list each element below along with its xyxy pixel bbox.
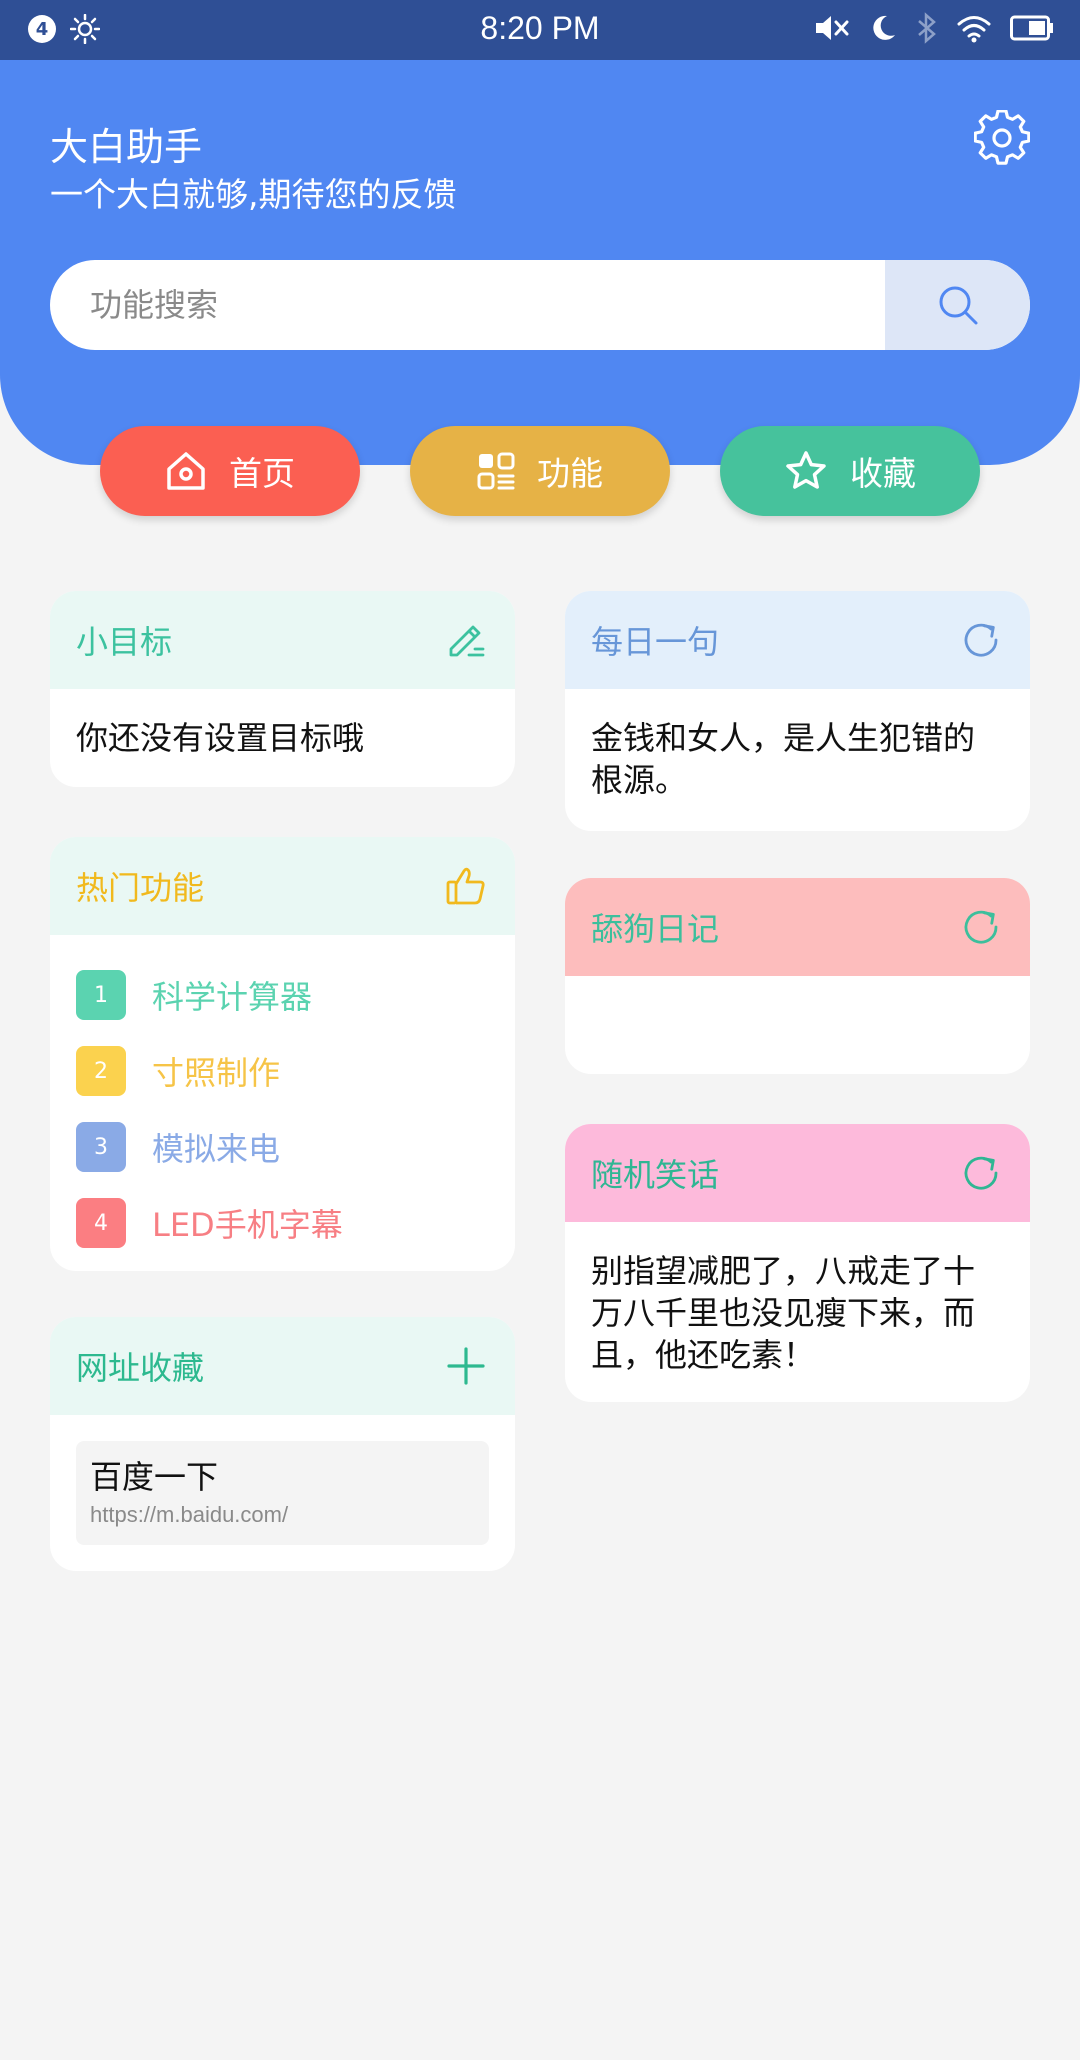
app-subtitle: 一个大白就够,期待您的反馈 — [50, 175, 457, 214]
goal-card-body: 你还没有设置目标哦 — [76, 719, 365, 757]
star-icon — [786, 451, 826, 489]
url-favorites-header: 网址收藏 — [50, 1317, 515, 1415]
refresh-icon[interactable] — [960, 1152, 1002, 1194]
edit-icon[interactable] — [445, 619, 487, 661]
hot-item-label: LED手机字幕 — [152, 1206, 343, 1244]
goal-card-header: 小目标 — [50, 591, 515, 689]
header: 大白助手 一个大白就够,期待您的反馈 — [0, 60, 1080, 465]
hot-item-label: 模拟来电 — [152, 1130, 281, 1168]
battery-icon — [1010, 15, 1053, 41]
hot-item-fake-call[interactable]: 3 模拟来电 — [76, 1109, 489, 1185]
search-icon — [939, 286, 977, 325]
rank-badge: 3 — [76, 1122, 126, 1172]
url-favorite-url: https://m.baidu.com/ — [90, 1502, 289, 1527]
moon-icon — [873, 15, 895, 40]
diary-title: 舔狗日记 — [591, 910, 720, 948]
random-joke-text: 别指望减肥了，八戒走了十万八千里也没见瘦下来，而且，他还吃素！ — [591, 1252, 976, 1374]
hot-item-label: 科学计算器 — [152, 978, 313, 1016]
hot-item-led-subtitle[interactable]: 4 LED手机字幕 — [76, 1185, 489, 1261]
daily-quote-text: 金钱和女人，是人生犯错的根源。 — [591, 719, 976, 799]
refresh-icon[interactable] — [960, 619, 1002, 661]
status-bar: 4 8:20 PM — [0, 0, 1080, 60]
settings-button[interactable] — [973, 109, 1031, 166]
random-joke-header: 随机笑话 — [565, 1124, 1030, 1222]
bluetooth-icon — [918, 12, 936, 44]
diary-text — [565, 976, 1030, 1016]
add-icon[interactable] — [445, 1345, 487, 1387]
grid-icon — [477, 452, 515, 490]
gear-icon — [973, 109, 1031, 165]
hot-item-calculator[interactable]: 1 科学计算器 — [76, 957, 489, 1033]
url-favorite-title: 百度一下 — [90, 1458, 219, 1496]
diary-header: 舔狗日记 — [565, 878, 1030, 976]
refresh-icon[interactable] — [960, 906, 1002, 948]
goal-card: 小目标 你还没有设置目标哦 — [50, 591, 515, 787]
rank-badge: 1 — [76, 970, 126, 1020]
tab-favorites-label: 收藏 — [850, 454, 916, 493]
search-bar — [50, 260, 1030, 350]
url-favorites-title: 网址收藏 — [76, 1349, 205, 1387]
home-icon — [167, 452, 205, 490]
tab-favorites[interactable]: 收藏 — [720, 426, 980, 516]
diary-card: 舔狗日记 — [565, 878, 1030, 1074]
tab-functions-label: 功能 — [537, 454, 603, 493]
rank-badge: 4 — [76, 1198, 126, 1248]
tab-functions[interactable]: 功能 — [410, 426, 670, 516]
hot-functions-list: 1 科学计算器 2 寸照制作 3 模拟来电 4 LED手机字幕 — [50, 935, 515, 1271]
tab-home[interactable]: 首页 — [100, 426, 360, 516]
random-joke-card: 随机笑话 别指望减肥了，八戒走了十万八千里也没见瘦下来，而且，他还吃素！ — [565, 1124, 1030, 1402]
search-input[interactable] — [90, 260, 870, 350]
search-button[interactable] — [885, 260, 1030, 350]
wifi-icon — [957, 16, 991, 43]
hot-functions-title: 热门功能 — [76, 869, 205, 907]
daily-quote-header: 每日一句 — [565, 591, 1030, 689]
app-title: 大白助手 — [50, 125, 203, 169]
rank-badge: 2 — [76, 1046, 126, 1096]
goal-card-title: 小目标 — [76, 623, 173, 661]
random-joke-title: 随机笑话 — [591, 1156, 720, 1194]
hot-item-label: 寸照制作 — [152, 1054, 281, 1092]
url-favorites-card: 网址收藏 百度一下 https://m.baidu.com/ — [50, 1317, 515, 1571]
thumbs-up-icon — [446, 867, 485, 905]
hot-functions-header: 热门功能 — [50, 837, 515, 935]
tab-home-label: 首页 — [229, 454, 295, 493]
hot-item-id-photo[interactable]: 2 寸照制作 — [76, 1033, 489, 1109]
daily-quote-card: 每日一句 金钱和女人，是人生犯错的根源。 — [565, 591, 1030, 831]
hot-functions-card: 热门功能 1 科学计算器 2 寸照制作 3 模拟来电 4 LED手机字幕 — [50, 837, 515, 1271]
url-favorite-item[interactable]: 百度一下 https://m.baidu.com/ — [76, 1441, 489, 1545]
daily-quote-title: 每日一句 — [591, 623, 720, 661]
mute-icon — [816, 16, 849, 40]
